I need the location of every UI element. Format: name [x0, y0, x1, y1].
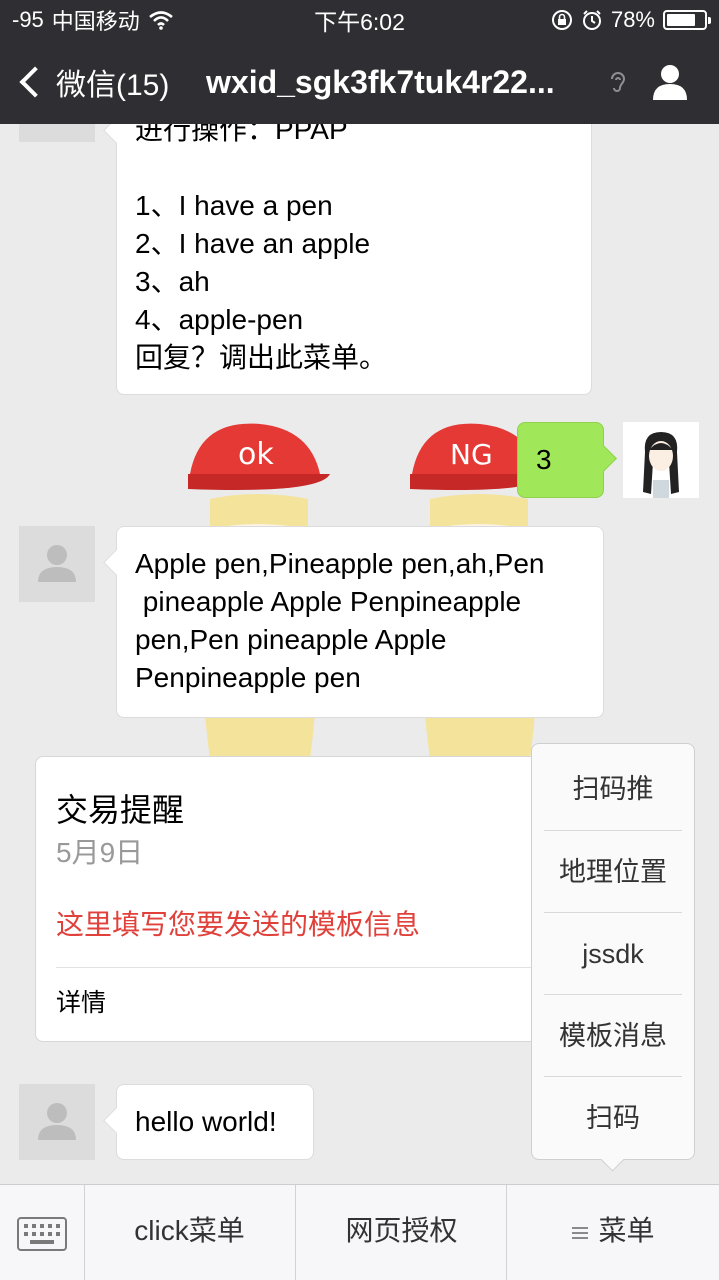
ear-icon — [611, 72, 626, 92]
contact-avatar[interactable] — [19, 526, 95, 602]
default-avatar-icon — [38, 545, 76, 582]
svg-text:ok: ok — [238, 437, 274, 472]
back-label: 微信(15) — [56, 69, 170, 102]
status-right: 78% — [551, 7, 711, 33]
svg-text:NG: NG — [450, 438, 493, 471]
tab-web-auth[interactable]: 网页授权 — [295, 1185, 507, 1280]
card-body: 这里填写您要发送的模板信息 — [56, 909, 421, 940]
message-line: 1、I have a pen — [135, 190, 333, 221]
contact-avatar[interactable] — [19, 1084, 95, 1160]
ppap-message-bubble[interactable]: Apple pen,Pineapple pen,ah,Pen pineapple… — [116, 526, 604, 718]
sent-message-bubble[interactable]: 3 — [517, 422, 604, 498]
message-line — [135, 149, 573, 187]
message-line: pineapple Apple Penpineapple — [135, 586, 522, 617]
battery-fill — [667, 14, 696, 26]
status-left: -95 中国移动 — [12, 4, 174, 36]
nav-bar: 微信(15) wxid_sgk3fk7tuk4r22... — [0, 40, 719, 124]
hello-message-bubble[interactable]: hello world! — [116, 1084, 314, 1160]
avatar[interactable] — [19, 124, 95, 142]
popup-menu: 扫码推 地理位置 jssdk 模板消息 扫码 — [531, 743, 695, 1160]
message-line: 进行操作：PPAP — [135, 124, 348, 145]
battery-percent: 78% — [610, 7, 655, 32]
card-date: 5月9日 — [56, 837, 144, 868]
message-line: 4、apple-pen — [135, 304, 304, 335]
menu-item-scan-push[interactable]: 扫码推 — [544, 748, 682, 830]
message-line: pen,Pen pineapple Apple — [135, 624, 447, 655]
tab-click-menu[interactable]: click菜单 — [84, 1185, 295, 1280]
message-text: 3 — [536, 444, 552, 475]
person-icon[interactable] — [650, 62, 690, 102]
message-line: Apple pen,Pineapple pen,ah,Pen — [135, 548, 545, 579]
menu-item-location[interactable]: 地理位置 — [544, 830, 682, 913]
lock-rotation-icon — [551, 10, 572, 30]
menu-message-bubble[interactable]: 进行操作：PPAP 1、I have a pen 2、I have an app… — [116, 124, 592, 395]
message-line: 回复？调出此菜单。 — [135, 342, 388, 373]
keyboard-toggle-button[interactable] — [0, 1185, 85, 1280]
message-line: 3、ah — [135, 266, 210, 297]
menu-lines-icon — [572, 1226, 589, 1239]
bottom-menu-bar: click菜单 网页授权 菜单 — [0, 1184, 719, 1280]
message-line: Penpineapple pen — [135, 662, 361, 693]
card-title: 交易提醒 — [56, 792, 185, 828]
menu-item-jssdk[interactable]: jssdk — [544, 912, 682, 995]
keyboard-icon — [17, 1217, 67, 1251]
back-chevron-icon — [19, 66, 51, 98]
wifi-icon — [148, 11, 173, 30]
status-bar: -95 中国移动 下午6:02 78% — [0, 0, 719, 40]
tab-menu-label: 菜单 — [598, 1215, 655, 1246]
carrier-name: 中国移动 — [51, 9, 140, 34]
menu-item-template-message[interactable]: 模板消息 — [544, 994, 682, 1077]
user-avatar[interactable] — [623, 422, 699, 498]
card-detail-link[interactable]: 详情 — [56, 983, 106, 1019]
menu-item-scan[interactable]: 扫码 — [544, 1076, 682, 1159]
battery-icon — [663, 10, 711, 30]
alarm-icon — [582, 10, 601, 30]
tab-menu[interactable]: 菜单 — [506, 1185, 719, 1280]
signal-strength: -95 — [12, 7, 44, 32]
default-avatar-icon — [38, 1103, 76, 1140]
message-line: 2、I have an apple — [135, 228, 371, 259]
message-text: hello world! — [135, 1106, 277, 1137]
back-button[interactable]: 微信(15) — [18, 40, 169, 124]
chat-title: wxid_sgk3fk7tuk4r22... — [206, 64, 555, 100]
